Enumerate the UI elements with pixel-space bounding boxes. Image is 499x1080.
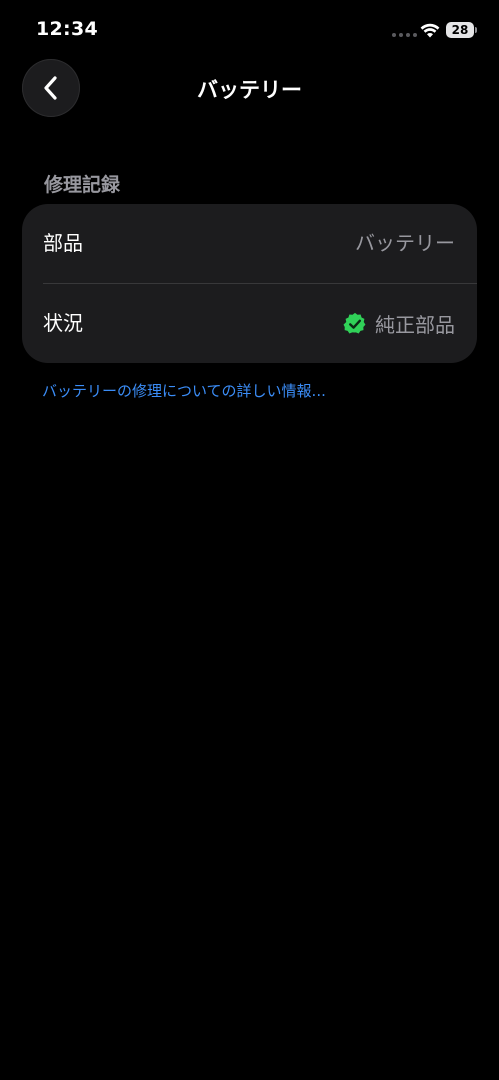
status-value-text: 純正部品 (375, 313, 455, 337)
repair-history-card: 部品 バッテリー 状況 純正部品 (22, 204, 477, 363)
status-row: 状況 純正部品 (22, 284, 477, 363)
battery-level: 28 (446, 22, 474, 38)
part-label: 部品 (43, 231, 83, 255)
status-time: 12:34 (36, 18, 98, 40)
verified-check-icon (343, 312, 366, 334)
wifi-icon (420, 23, 440, 38)
section-header: 修理記録 (44, 174, 121, 196)
battery-icon: 28 (446, 22, 478, 38)
status-value: 純正部品 (343, 284, 455, 363)
part-row: 部品 バッテリー (22, 204, 477, 283)
part-value: バッテリー (355, 231, 455, 255)
signal-dots-icon (392, 33, 417, 37)
battery-repair-info-link[interactable]: バッテリーの修理についての詳しい情報... (42, 380, 326, 401)
status-label: 状況 (43, 311, 83, 335)
page-title: バッテリー (197, 78, 302, 102)
status-bar: 12:34 28 (0, 0, 499, 60)
